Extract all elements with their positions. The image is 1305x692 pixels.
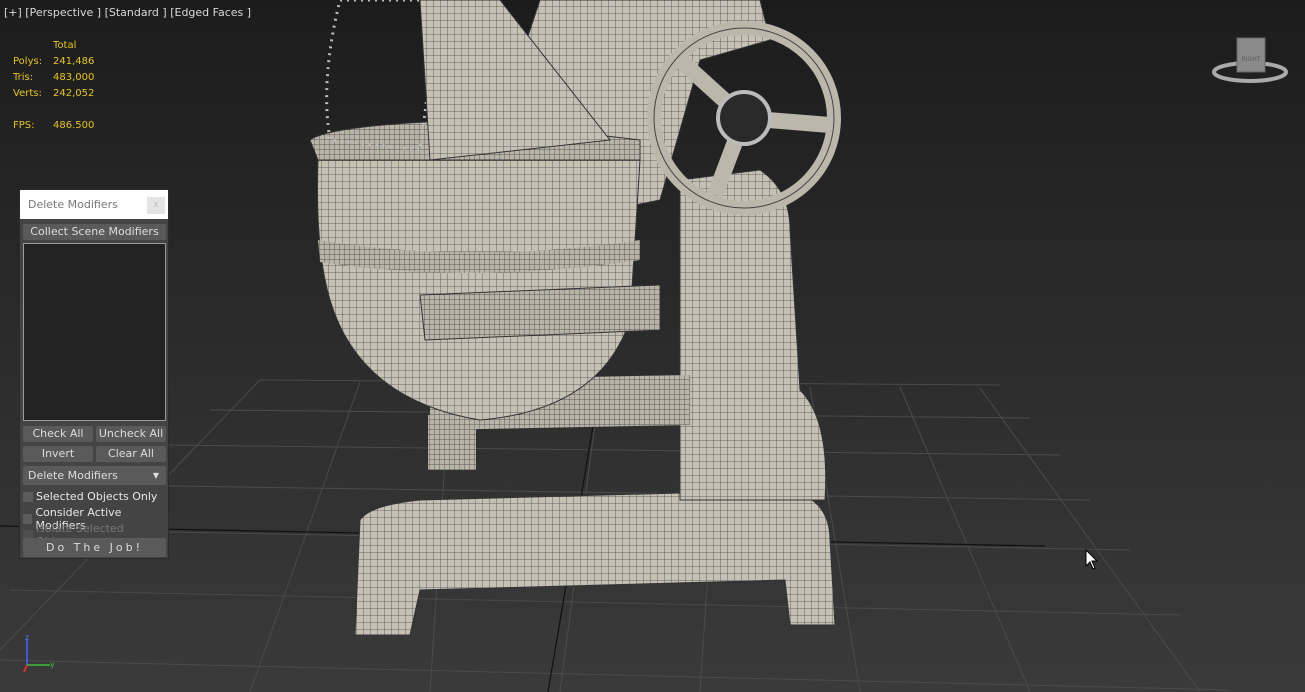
viewport-label-menu[interactable]: [+] [Perspective ] [Standard ] [Edged Fa…: [4, 6, 251, 19]
statistics-overlay: Total Polys: 241,486 Tris: 483,000 Verts: 2…: [13, 38, 94, 134]
stats-row: Verts: 242,052: [13, 88, 95, 99]
scene-render: z y: [0, 0, 1231, 692]
viewcube-face[interactable]: [1236, 37, 1266, 73]
viewcube[interactable]: RIGHT: [1210, 36, 1290, 92]
stats-row: Polys: 241,486: [13, 56, 95, 67]
mixer-model: [309, 0, 841, 636]
chevron-down-icon: ▼: [152, 471, 159, 480]
do-the-job-button[interactable]: Do The Job!: [23, 538, 166, 557]
check-all-button[interactable]: Check All: [23, 426, 93, 442]
checkbox-box[interactable]: [23, 491, 33, 502]
mode-dropdown[interactable]: Delete Modifiers ▼: [23, 466, 166, 485]
dialog-titlebar[interactable]: Delete Modifiers x: [20, 190, 168, 219]
svg-text:z: z: [25, 633, 29, 642]
mouse-cursor-icon: [1085, 548, 1099, 570]
perspective-viewport[interactable]: z y [+] [Perspective ] [Standard ] [Edge…: [0, 0, 1305, 692]
svg-text:y: y: [50, 660, 55, 669]
mode-dropdown-value: Delete Modifiers: [28, 469, 118, 482]
delete-modifiers-dialog: Delete Modifiers x Collect Scene Modifie…: [19, 189, 169, 559]
dialog-title: Delete Modifiers: [28, 198, 118, 211]
stats-header: Total: [53, 40, 77, 51]
viewcube-face-label: RIGHT: [1242, 56, 1261, 63]
clear-all-button[interactable]: Clear All: [96, 446, 166, 462]
close-button[interactable]: x: [147, 197, 165, 214]
fps-row: FPS: 486.500: [13, 120, 95, 131]
collect-scene-modifiers-button[interactable]: Collect Scene Modifiers: [23, 224, 166, 240]
uncheck-all-button[interactable]: Uncheck All: [96, 426, 166, 442]
invert-button[interactable]: Invert: [23, 446, 93, 462]
modifier-list[interactable]: [23, 243, 166, 421]
stats-row: Tris: 483,000: [13, 72, 95, 83]
axis-tripod-icon: z y: [23, 633, 55, 673]
selected-objects-only-checkbox[interactable]: Selected Objects Only: [23, 490, 157, 503]
